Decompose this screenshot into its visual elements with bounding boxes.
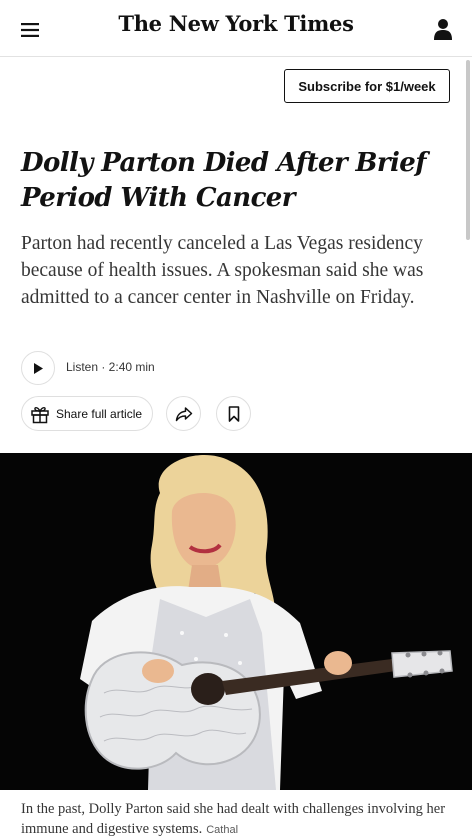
share-full-article-label: Share full article [56,406,143,421]
account-button[interactable] [428,14,458,44]
gift-icon [31,406,49,423]
share-button[interactable] [166,396,201,431]
article-summary: Parton had recently canceled a Las Vegas… [21,233,424,308]
headline-line-1: Dolly Parton Died After Brief [21,148,426,178]
photo-illustration [0,453,472,790]
article-page: The New York Times Subscribe for $1/week… [0,0,472,839]
subscribe-button[interactable]: Subscribe for $1/week [284,69,450,103]
top-navigation-bar: The New York Times [0,0,472,57]
share-full-article-button[interactable]: Share full article [21,396,153,431]
headline-line-2: Period With Cancer [21,183,295,213]
photo-caption: In the past, Dolly Parton said she had d… [21,799,461,839]
scrollbar[interactable] [466,60,470,240]
share-arrow-icon [175,406,192,421]
listen-play-button[interactable] [21,351,55,385]
listen-duration-label[interactable]: Listen · 2:40 min [66,360,155,374]
masthead-logo[interactable]: The New York Times [0,11,472,36]
bookmark-icon [228,405,239,422]
article-photo[interactable] [0,453,472,790]
save-bookmark-button[interactable] [216,396,251,431]
user-account-icon [434,19,452,40]
hamburger-menu-icon [21,23,39,37]
menu-button[interactable] [16,18,44,42]
article-headline: Dolly Parton Died After Brief Period Wit… [21,146,451,216]
photo-credit: Cathal [206,824,239,836]
play-icon [34,362,43,374]
